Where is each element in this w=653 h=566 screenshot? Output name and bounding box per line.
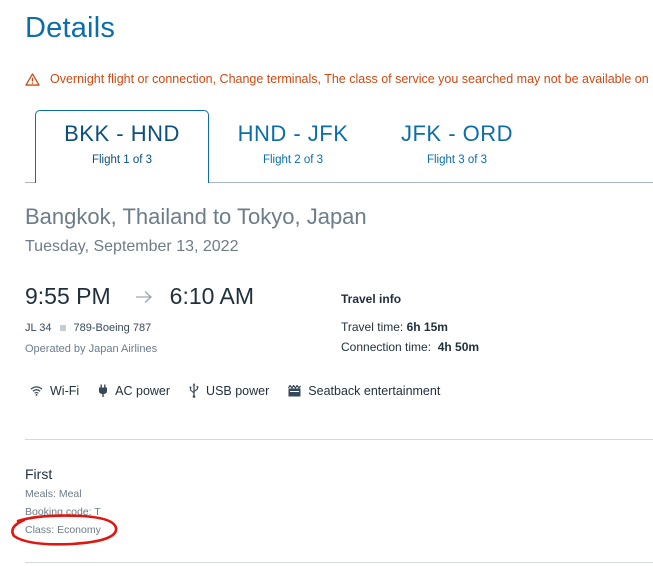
ac-power-icon [99, 384, 108, 397]
tab-route: BKK - HND [64, 121, 180, 146]
cabin-name: First [25, 466, 53, 482]
amenity-seatback-entertainment: Seatback entertainment [288, 384, 440, 398]
amenity-label: USB power [206, 383, 270, 398]
amenity-usb: USB power [189, 383, 269, 398]
travel-time-row: Travel time: 6h 15m [341, 320, 448, 334]
flight-meta: JL 34 789-Boeing 787 [25, 322, 151, 334]
page-title: Details [25, 12, 116, 44]
travel-time-label: Travel time: [341, 320, 404, 334]
warning-icon [25, 72, 40, 86]
tab-label: Flight 2 of 3 [262, 154, 324, 166]
tab-label: Flight 3 of 3 [426, 154, 488, 166]
separator-square [59, 325, 66, 331]
tab-flight-2[interactable]: HND - JFK Flight 2 of 3 [206, 110, 380, 183]
tab-route: JFK - ORD [400, 121, 514, 146]
connection-time-label: Connection time: [341, 340, 432, 354]
tab-flight-1[interactable]: BKK - HND Flight 1 of 3 [35, 110, 209, 183]
tab-flight-3[interactable]: JFK - ORD Flight 3 of 3 [370, 110, 544, 183]
section-divider [25, 562, 653, 563]
usb-icon [189, 383, 199, 398]
arrow-right-icon [135, 290, 152, 303]
meals-info: Meals: Meal [25, 488, 82, 500]
warning-banner: Overnight flight or connection, Change t… [25, 72, 653, 86]
warning-text: Overnight flight or connection, Change t… [50, 72, 649, 86]
connection-time-value: 4h 50m [437, 340, 480, 354]
seatback-entertainment-icon [288, 384, 302, 396]
connection-time-row: Connection time: 4h 50m [341, 340, 479, 354]
travel-info-heading: Travel info [341, 292, 402, 306]
amenity-ac-power: AC power [98, 384, 170, 398]
amenity-label: AC power [115, 383, 171, 398]
wifi-icon [30, 386, 43, 396]
booking-code: Booking code: T [25, 506, 101, 518]
operated-by: Operated by Japan Airlines [25, 343, 158, 355]
flight-number: JL 34 [25, 322, 52, 334]
departure-time: 9:55 PM [25, 283, 111, 309]
tab-route: HND - JFK [237, 121, 349, 146]
amenities-list: Wi-Fi AC power USB power Seatback entert… [30, 383, 459, 398]
tab-label: Flight 1 of 3 [91, 154, 153, 166]
amenity-wifi: Wi-Fi [30, 384, 79, 398]
flight-times: 9:55 PM 6:10 AM [25, 283, 254, 310]
aircraft-type: 789-Boeing 787 [73, 322, 152, 334]
amenity-label: Seatback entertainment [308, 383, 441, 398]
amenity-label: Wi-Fi [50, 383, 80, 398]
arrival-time: 6:10 AM [169, 283, 255, 309]
class-info: Class: Economy [25, 524, 101, 536]
segment-date: Tuesday, September 13, 2022 [25, 238, 239, 255]
section-divider [25, 439, 653, 440]
travel-time-value: 6h 15m [406, 320, 448, 334]
segment-route-title: Bangkok, Thailand to Tokyo, Japan [25, 204, 367, 229]
flight-tabs: BKK - HND Flight 1 of 3 HND - JFK Flight… [25, 110, 653, 183]
